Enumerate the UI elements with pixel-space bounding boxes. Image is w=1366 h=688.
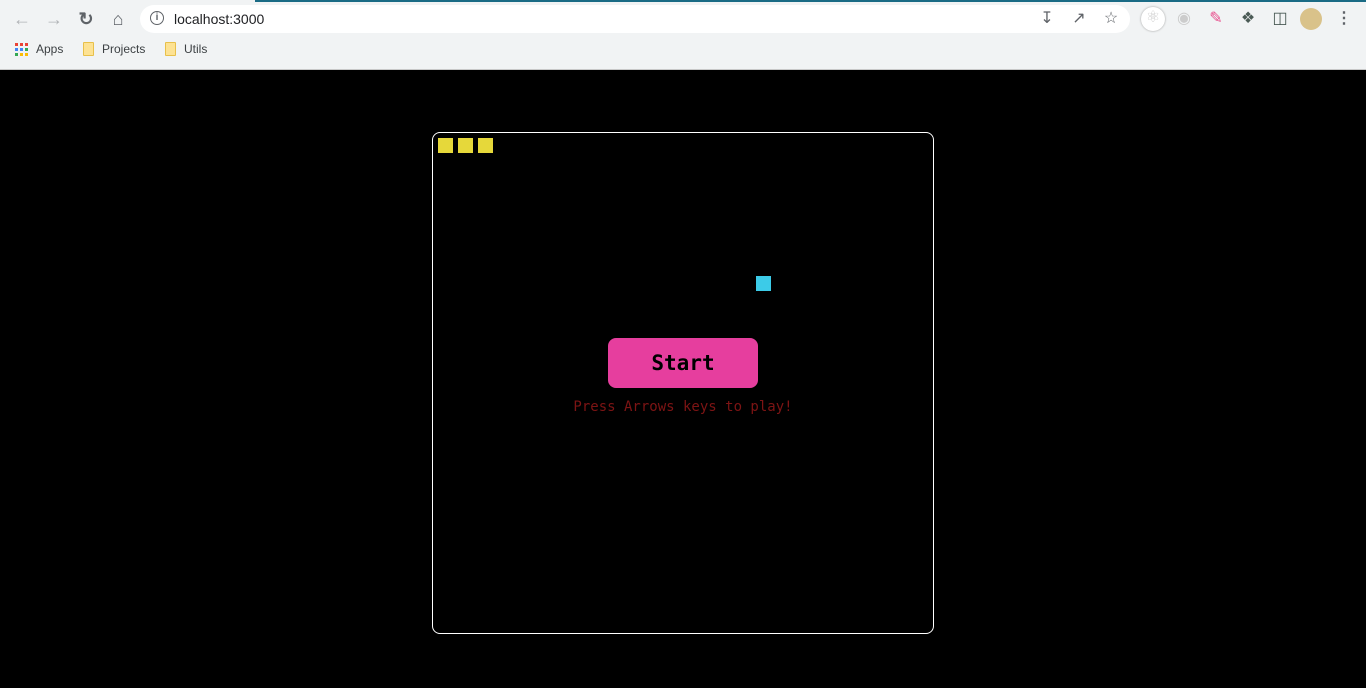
forward-icon[interactable]: → (43, 8, 65, 30)
snake-segment (458, 138, 473, 153)
menu-kebab-icon[interactable]: ⋮ (1333, 8, 1355, 30)
address-bar[interactable]: i localhost:3000 ↧ ↗ ☆ (140, 5, 1130, 33)
food (756, 276, 771, 291)
start-button[interactable]: Start (608, 338, 758, 388)
extension-icon[interactable]: ◉ (1173, 8, 1195, 30)
bookmark-apps[interactable]: Apps (15, 42, 63, 56)
install-icon[interactable]: ↧ (1036, 8, 1058, 30)
bookmark-projects[interactable]: Projects (83, 42, 145, 56)
browser-chrome: ← → ↻ ⌂ i localhost:3000 ↧ ↗ ☆ ⚛ ◉ ✎ ❖ ◫… (0, 0, 1366, 70)
back-icon[interactable]: ← (11, 8, 33, 30)
bookmark-label: Utils (184, 42, 208, 56)
folder-icon (83, 42, 94, 56)
react-devtools-icon[interactable]: ⚛ (1141, 7, 1165, 31)
url-text[interactable]: localhost:3000 (174, 11, 264, 27)
site-info-icon[interactable]: i (150, 11, 164, 25)
share-icon[interactable]: ↗ (1068, 8, 1090, 30)
snake-segment (438, 138, 453, 153)
bookmark-star-icon[interactable]: ☆ (1100, 8, 1122, 30)
instructions-text: Press Arrows keys to play! (573, 399, 793, 415)
profile-avatar[interactable] (1300, 8, 1322, 30)
bookmark-label: Apps (36, 42, 64, 56)
bookmark-utils[interactable]: Utils (165, 42, 207, 56)
reload-icon[interactable]: ↻ (75, 8, 97, 30)
extensions-puzzle-icon[interactable]: ❖ (1237, 8, 1259, 30)
snake-head (478, 138, 493, 153)
side-panel-icon[interactable]: ◫ (1269, 8, 1291, 30)
folder-icon (165, 42, 176, 56)
apps-grid-icon (15, 42, 28, 56)
bookmark-label: Projects (102, 42, 146, 56)
home-icon[interactable]: ⌂ (107, 8, 129, 30)
color-picker-icon[interactable]: ✎ (1205, 8, 1227, 30)
tab-strip-edge (255, 0, 1366, 2)
